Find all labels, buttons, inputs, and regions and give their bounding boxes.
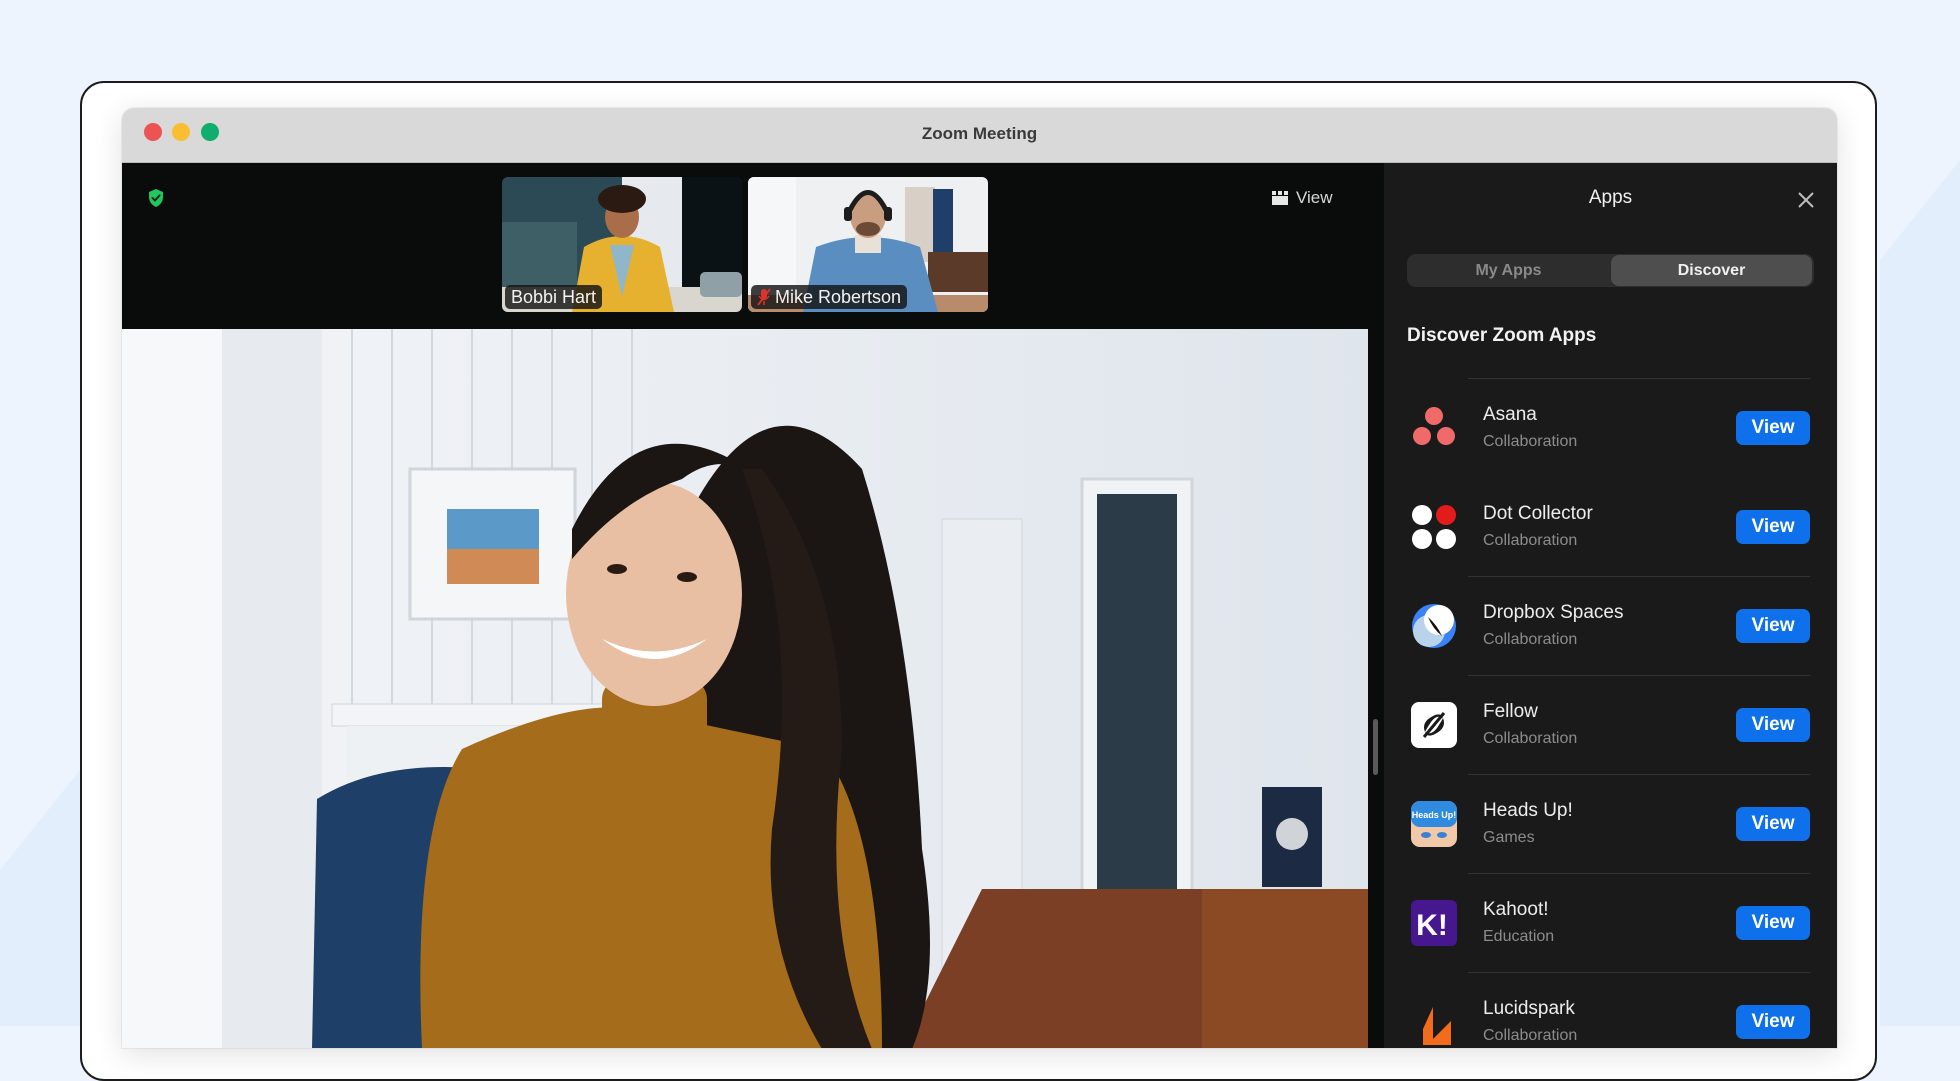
heads-up-icon: Heads Up! <box>1411 801 1457 847</box>
kahoot-icon: K! <box>1411 900 1457 946</box>
dot-collector-icon <box>1412 505 1456 549</box>
app-name: Asana <box>1483 404 1537 425</box>
app-category: Games <box>1483 829 1535 846</box>
list-item: Heads Up! Heads Up! Games View <box>1384 774 1837 873</box>
divider <box>1468 675 1810 676</box>
video-feed <box>122 329 1368 1048</box>
apps-panel: Apps My Apps Discover Discover Zoom Apps… <box>1384 163 1837 1048</box>
section-heading: Discover Zoom Apps <box>1407 325 1597 346</box>
participant-name-tag: Bobbi Hart <box>505 285 603 309</box>
divider <box>1468 774 1810 775</box>
view-app-button[interactable]: View <box>1736 906 1810 940</box>
divider <box>1468 873 1810 874</box>
app-category: Education <box>1483 928 1555 945</box>
view-app-button[interactable]: View <box>1736 1005 1810 1039</box>
tab-discover[interactable]: Discover <box>1611 255 1812 286</box>
meeting-area: Bobbi Hart Mike Robertson View <box>122 163 1384 1048</box>
title-bar: Zoom Meeting <box>122 108 1837 163</box>
divider <box>1468 378 1810 379</box>
app-name: Heads Up! <box>1483 800 1573 821</box>
app-category: Collaboration <box>1483 433 1578 450</box>
view-app-button[interactable]: View <box>1736 807 1810 841</box>
list-item: Dot Collector Collaboration View <box>1384 477 1837 576</box>
svg-text:K!: K! <box>1416 909 1448 942</box>
divider <box>1468 576 1810 577</box>
close-icon[interactable] <box>1797 191 1815 209</box>
app-name: Lucidspark <box>1483 998 1575 1019</box>
divider <box>1468 972 1810 973</box>
list-item: Lucidspark Collaboration View <box>1384 972 1837 1048</box>
app-name: Kahoot! <box>1483 899 1549 920</box>
tab-my-apps[interactable]: My Apps <box>1407 254 1610 287</box>
app-category: Collaboration <box>1483 631 1578 648</box>
view-app-button[interactable]: View <box>1736 708 1810 742</box>
apps-tab-control: My Apps Discover <box>1407 254 1814 287</box>
window-title: Zoom Meeting <box>921 124 1038 143</box>
lucidspark-icon <box>1423 1007 1451 1045</box>
view-app-button[interactable]: View <box>1736 609 1810 643</box>
list-item: Dropbox Spaces Collaboration View <box>1384 576 1837 675</box>
dropbox-spaces-icon <box>1412 604 1456 648</box>
svg-text:Heads Up!: Heads Up! <box>1412 810 1457 820</box>
app-category: Collaboration <box>1483 532 1578 549</box>
fellow-icon <box>1411 702 1457 748</box>
shield-check-icon[interactable] <box>147 188 165 208</box>
asana-icon <box>1413 407 1455 445</box>
active-speaker-video <box>122 329 1368 1048</box>
list-item: K! Kahoot! Education View <box>1384 873 1837 972</box>
app-list: Asana Collaboration View Dot Collector C… <box>1384 378 1837 1048</box>
participant-thumbnail[interactable]: Mike Robertson <box>748 177 988 312</box>
app-category: Collaboration <box>1483 730 1578 747</box>
app-category: Collaboration <box>1483 1027 1578 1044</box>
scrollbar-handle[interactable] <box>1373 719 1378 775</box>
view-app-button[interactable]: View <box>1736 510 1810 544</box>
app-name: Dropbox Spaces <box>1483 602 1624 623</box>
app-name: Fellow <box>1483 701 1538 722</box>
panel-title: Apps <box>1588 187 1633 208</box>
list-item: Asana Collaboration View <box>1384 378 1837 477</box>
participant-thumbnail[interactable]: Bobbi Hart <box>502 177 742 312</box>
view-app-button[interactable]: View <box>1736 411 1810 445</box>
list-item: Fellow Collaboration View <box>1384 675 1837 774</box>
microphone-muted-icon <box>757 288 771 306</box>
app-name: Dot Collector <box>1483 503 1593 524</box>
view-layout-button[interactable]: View <box>1272 185 1333 211</box>
zoom-window: Zoom Meeting Bobbi Hart Mike Robertson V… <box>122 108 1837 1048</box>
gallery-view-icon <box>1272 191 1288 205</box>
participant-name-tag: Mike Robertson <box>751 285 908 309</box>
